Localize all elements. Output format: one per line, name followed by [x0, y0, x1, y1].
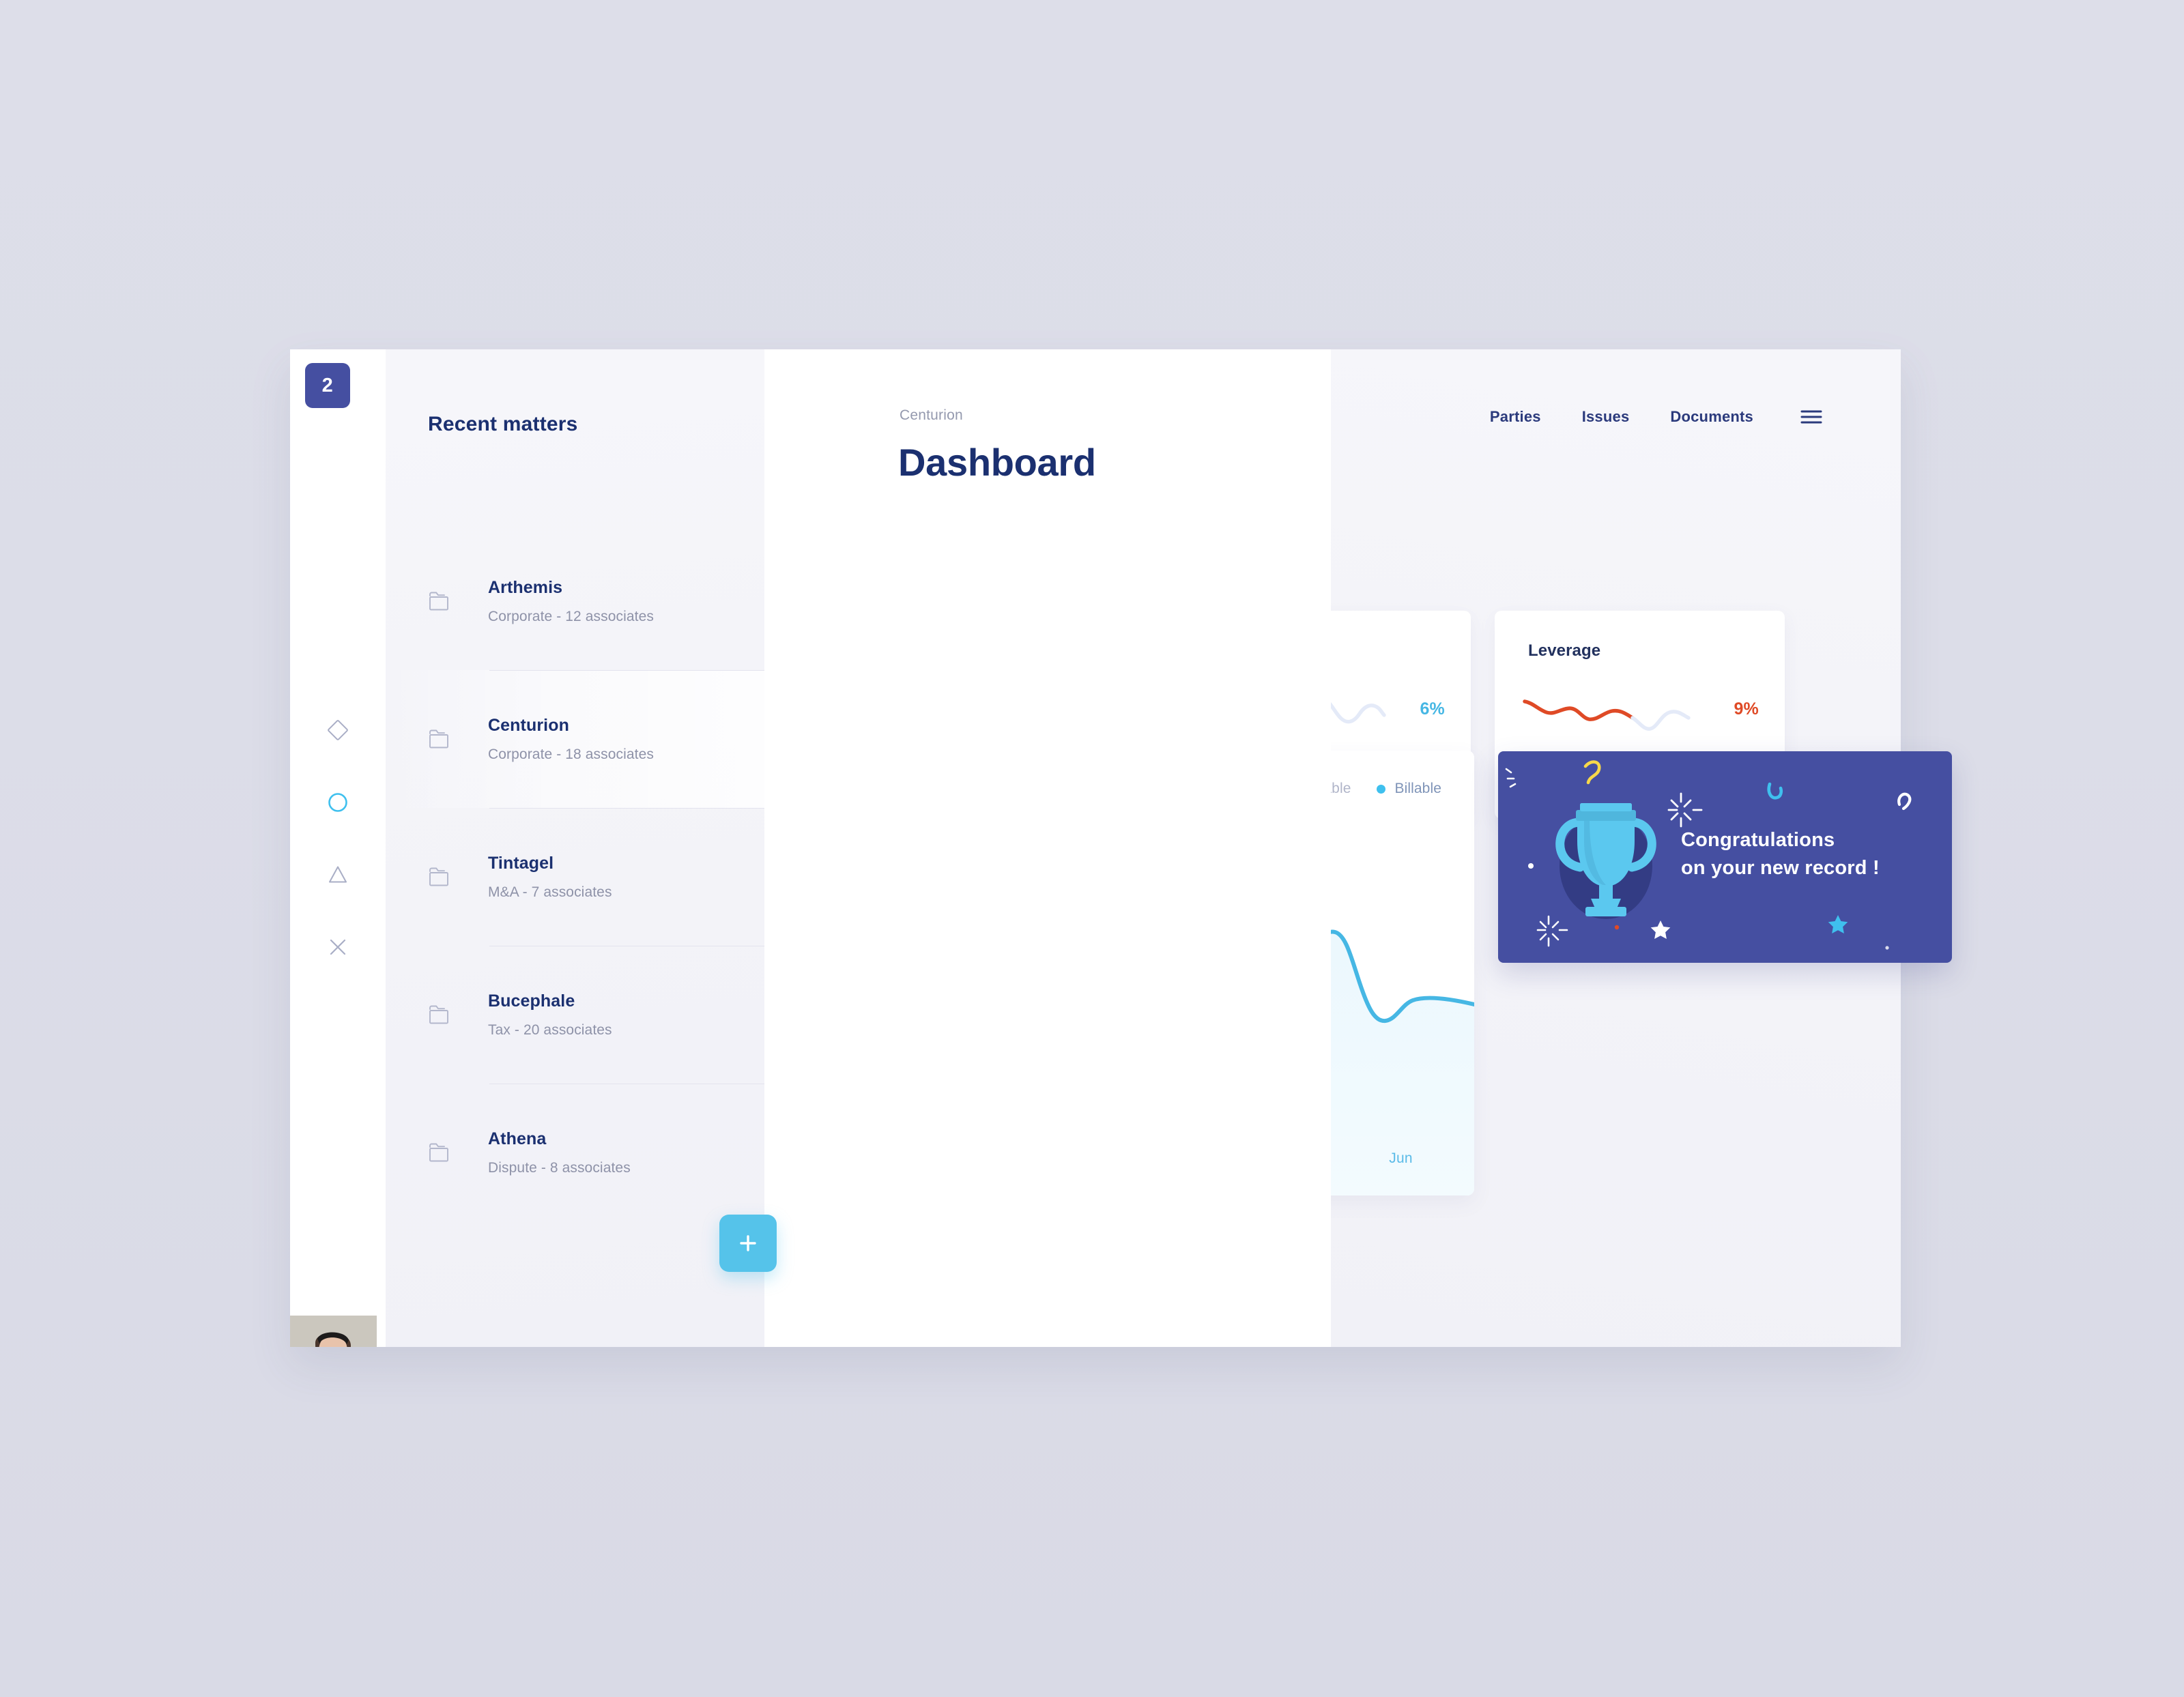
congratulations-line-1: Congratulations: [1681, 829, 1835, 851]
matter-row-arthemis[interactable]: Arthemis Corporate - 12 associates: [386, 532, 764, 670]
matter-name: Athena: [488, 1129, 547, 1148]
matter-row-tintagel[interactable]: Tintagel M&A - 7 associates: [386, 808, 764, 946]
avatar[interactable]: [290, 1316, 377, 1347]
matter-row-bucephale[interactable]: Bucephale Tax - 20 associates: [386, 946, 764, 1084]
matter-meta: M&A - 7 associates: [488, 884, 612, 900]
page-title: Dashboard: [898, 441, 1096, 484]
matter-text: Centurion Corporate - 18 associates: [488, 716, 654, 763]
diamond-icon[interactable]: [322, 714, 354, 746]
matter-name: Arthemis: [488, 577, 563, 597]
folder-icon: [428, 1140, 470, 1165]
nav-link-parties[interactable]: Parties: [1490, 408, 1541, 426]
close-icon[interactable]: [322, 931, 354, 963]
stat-card-percent: 9%: [1734, 699, 1759, 719]
matters-list: Arthemis Corporate - 12 associates Centu…: [386, 532, 764, 1221]
matter-row-athena[interactable]: Athena Dispute - 8 associates: [386, 1084, 764, 1221]
matter-text: Athena Dispute - 8 associates: [488, 1129, 631, 1176]
matter-name: Centurion: [488, 715, 569, 735]
matter-meta: Corporate - 12 associates: [488, 608, 654, 624]
hamburger-icon[interactable]: [1800, 408, 1823, 426]
legend-dot: [1377, 784, 1386, 794]
nav-link-issues[interactable]: Issues: [1582, 408, 1630, 426]
matter-name: Tintagel: [488, 853, 554, 873]
app-badge[interactable]: 2: [305, 363, 350, 408]
congratulations-line-2: on your new record !: [1681, 857, 1880, 880]
matter-name: Bucephale: [488, 991, 575, 1011]
stat-card-percent: 6%: [1420, 699, 1445, 719]
nav-link-documents[interactable]: Documents: [1670, 408, 1753, 426]
top-navigation: Parties Issues Documents: [1490, 408, 1823, 426]
breadcrumb[interactable]: Centurion: [900, 407, 963, 424]
congratulations-card[interactable]: Congratulations on your new record !: [1498, 751, 1952, 963]
matter-text: Arthemis Corporate - 12 associates: [488, 578, 654, 625]
folder-icon: [428, 864, 470, 890]
matters-panel-title: Recent matters: [428, 413, 578, 435]
stat-card-title: Leverage: [1528, 641, 1601, 660]
folder-icon: [428, 726, 470, 752]
matters-panel: Recent matters Arthemis Corporate - 12 a…: [386, 349, 764, 1347]
legend-label: Billable: [1394, 781, 1441, 796]
trophy-icon: [1540, 791, 1670, 925]
legend-item-billable[interactable]: Billable: [1377, 781, 1441, 797]
matter-meta: Dispute - 8 associates: [488, 1159, 631, 1176]
matter-meta: Tax - 20 associates: [488, 1021, 612, 1038]
rail-icon-list: [290, 714, 386, 963]
congratulations-text: Congratulations on your new record !: [1681, 826, 1880, 882]
add-button[interactable]: [719, 1215, 777, 1272]
matter-meta: Corporate - 18 associates: [488, 746, 654, 762]
matter-row-centurion[interactable]: Centurion Corporate - 18 associates: [386, 670, 764, 808]
icon-rail: 2: [290, 349, 386, 1347]
center-panel: Centurion Dashboard: [764, 349, 1331, 1347]
month-label-jun: Jun: [1389, 1150, 1413, 1166]
folder-icon: [428, 1002, 470, 1028]
matter-text: Tintagel M&A - 7 associates: [488, 854, 612, 901]
matter-text: Bucephale Tax - 20 associates: [488, 991, 612, 1039]
sparkline-leverage: [1522, 682, 1720, 737]
triangle-icon[interactable]: [322, 859, 354, 890]
folder-icon: [428, 588, 470, 614]
circle-icon[interactable]: [322, 787, 354, 818]
